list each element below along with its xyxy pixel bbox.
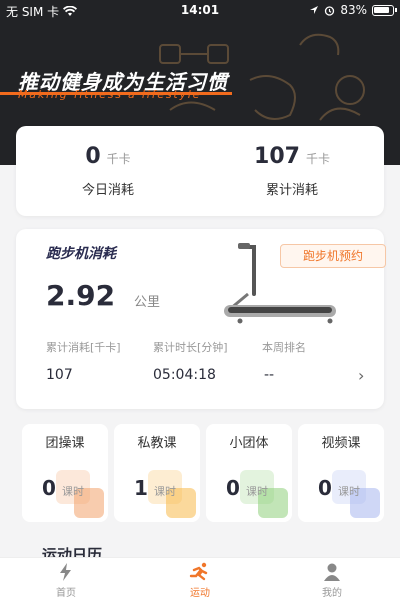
total-calories-value: 107 [254, 144, 300, 169]
today-calories: 0 千卡 今日消耗 [16, 144, 200, 198]
location-icon [310, 6, 319, 14]
tab-home[interactable]: 首页 [36, 562, 96, 599]
slogan-subtitle: Making fitness a lifestyle [18, 88, 202, 101]
course-unit: 课时 [246, 485, 268, 498]
person-icon [324, 563, 340, 581]
course-card-group[interactable]: 团操课 0 课时 [22, 424, 108, 522]
total-calories: 107 千卡 累计消耗 [200, 144, 384, 198]
tab-mine-label: 我的 [322, 588, 342, 599]
course-unit: 课时 [62, 485, 84, 498]
course-card-small-group[interactable]: 小团体 0 课时 [206, 424, 292, 522]
lightning-icon [60, 563, 71, 581]
course-count: 1 [134, 476, 148, 500]
stat-label-duration: 累计时长[分钟] [153, 341, 228, 354]
course-count: 0 [42, 476, 56, 500]
treadmill-booking-button[interactable]: 跑步机预约 [280, 244, 386, 268]
course-title: 视频课 [321, 436, 361, 451]
course-card-video[interactable]: 视频课 0 课时 [298, 424, 384, 522]
course-count: 0 [226, 476, 240, 500]
course-title: 团操课 [45, 436, 85, 451]
today-calories-unit: 千卡 [106, 152, 131, 166]
today-calories-value: 0 [85, 144, 101, 169]
course-title: 私教课 [137, 436, 177, 451]
battery-icon [372, 4, 397, 16]
stat-value-rank: -- [264, 367, 275, 383]
treadmill-card[interactable]: 跑步机消耗 跑步机预约 2.92 公里 累计消耗[千卡] 累计时长[分钟] 本周… [16, 229, 386, 409]
course-unit: 课时 [154, 485, 176, 498]
status-bar: 无 SIM 卡 14:01 83% [0, 0, 400, 22]
treadmill-title: 跑步机消耗 [46, 246, 116, 262]
tab-mine[interactable]: 我的 [302, 562, 362, 599]
course-count: 0 [318, 476, 332, 500]
running-icon [189, 562, 208, 581]
course-unit: 课时 [338, 485, 360, 498]
total-calories-label: 累计消耗 [265, 183, 318, 198]
stat-value-duration: 05:04:18 [153, 367, 216, 383]
tab-home-label: 首页 [56, 588, 76, 599]
chevron-right-icon[interactable]: › [358, 366, 364, 385]
battery-percent: 83% [340, 3, 367, 17]
calories-card: 0 千卡 今日消耗 107 千卡 累计消耗 [16, 126, 384, 216]
tab-sport-label: 运动 [190, 588, 210, 599]
stat-value-calories: 107 [46, 367, 73, 383]
alarm-icon [325, 5, 335, 16]
treadmill-distance-value: 2.92 [46, 279, 116, 312]
course-title: 小团体 [229, 436, 269, 451]
total-calories-unit: 千卡 [305, 152, 330, 166]
stat-label-calories: 累计消耗[千卡] [46, 341, 121, 354]
today-calories-label: 今日消耗 [81, 183, 134, 198]
bottom-tab-bar: 首页 运动 我的 [0, 557, 400, 600]
tab-sport[interactable]: 运动 [170, 562, 230, 599]
treadmill-distance-unit: 公里 [134, 295, 161, 310]
stat-label-rank: 本周排名 [262, 341, 306, 354]
course-card-private[interactable]: 私教课 1 课时 [114, 424, 200, 522]
